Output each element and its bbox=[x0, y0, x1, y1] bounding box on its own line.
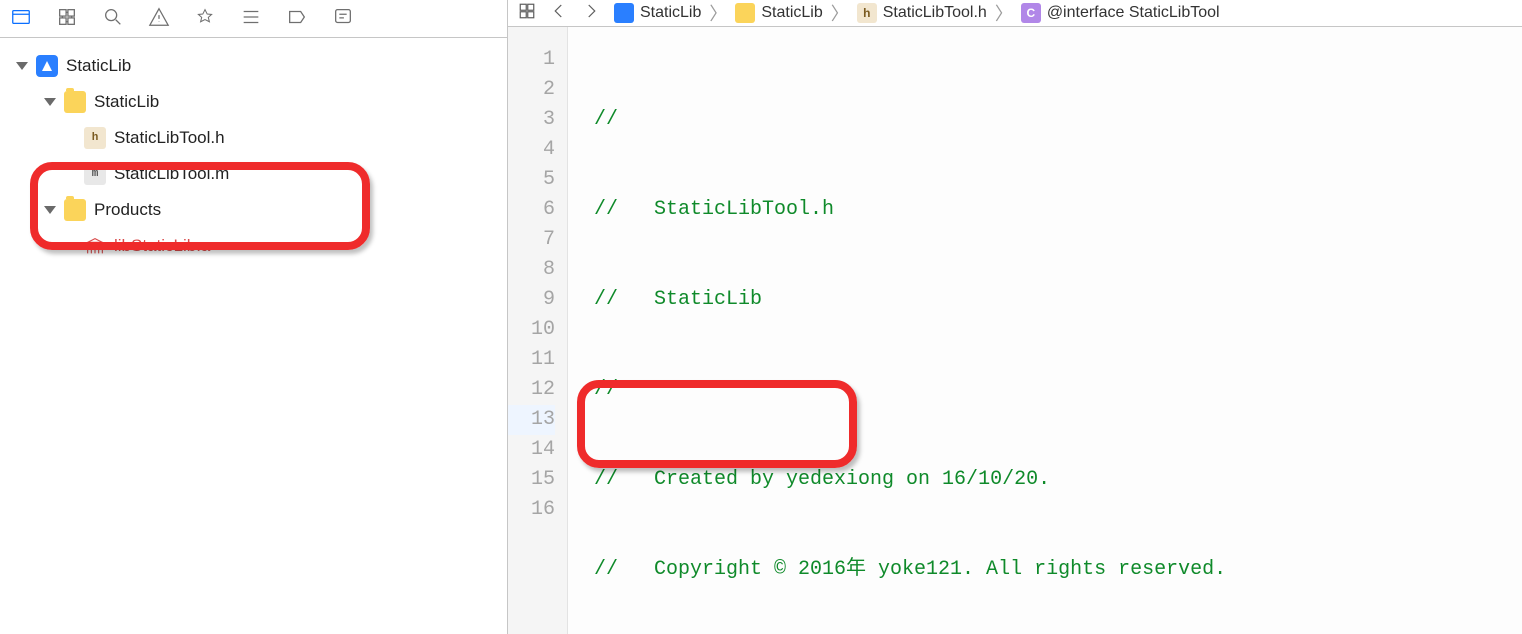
disclosure-triangle-icon[interactable] bbox=[44, 98, 56, 106]
project-icon bbox=[614, 3, 634, 23]
line-number: 2 bbox=[508, 75, 555, 105]
line-number: 13 bbox=[508, 405, 555, 435]
code-token: // Created by yedexiong on 16/10/20. bbox=[594, 468, 1050, 491]
tree-file-label: StaticLibTool.h bbox=[114, 128, 225, 148]
disclosure-triangle-icon[interactable] bbox=[44, 206, 56, 214]
line-number: 10 bbox=[508, 315, 555, 345]
chevron-right-icon: 〉 bbox=[709, 0, 727, 26]
code-token: // Copyright © 2016年 yoke121. All rights… bbox=[594, 558, 1226, 581]
nav-forward-icon[interactable] bbox=[582, 2, 600, 25]
line-number: 12 bbox=[508, 375, 555, 405]
project-tree[interactable]: StaticLib StaticLib h StaticLibTool.h m … bbox=[0, 38, 507, 634]
tree-file-h-row[interactable]: h StaticLibTool.h bbox=[0, 120, 507, 156]
navigator-toolbar bbox=[0, 0, 507, 38]
nav-back-icon[interactable] bbox=[550, 2, 568, 25]
chevron-right-icon: 〉 bbox=[831, 0, 849, 26]
line-gutter: 1 2 3 4 5 6 7 8 9 10 11 12 13 14 15 16 bbox=[508, 27, 568, 634]
m-file-icon: m bbox=[84, 163, 106, 185]
disclosure-triangle-icon[interactable] bbox=[16, 62, 28, 70]
xcode-window: StaticLib StaticLib h StaticLibTool.h m … bbox=[0, 0, 1522, 634]
line-number: 7 bbox=[508, 225, 555, 255]
tree-project-row[interactable]: StaticLib bbox=[0, 48, 507, 84]
chevron-right-icon: 〉 bbox=[995, 0, 1013, 26]
tree-group-label: StaticLib bbox=[94, 92, 159, 112]
project-icon bbox=[36, 55, 58, 77]
tree-file-m-row[interactable]: m StaticLibTool.m bbox=[0, 156, 507, 192]
tree-products-row[interactable]: Products bbox=[0, 192, 507, 228]
class-icon: C bbox=[1021, 3, 1041, 23]
editor-toolbar: StaticLib 〉 StaticLib 〉 h StaticLibTool.h… bbox=[508, 0, 1522, 27]
tree-lib-row[interactable]: libStaticLib.a bbox=[0, 228, 507, 264]
line-number: 8 bbox=[508, 255, 555, 285]
navigator-pane: StaticLib StaticLib h StaticLibTool.h m … bbox=[0, 0, 508, 634]
line-number: 11 bbox=[508, 345, 555, 375]
tree-project-label: StaticLib bbox=[66, 56, 131, 76]
line-number: 16 bbox=[508, 495, 555, 525]
crumb-label: StaticLib bbox=[761, 4, 822, 22]
related-items-icon[interactable] bbox=[518, 2, 536, 25]
line-number: 9 bbox=[508, 285, 555, 315]
h-file-icon: h bbox=[84, 127, 106, 149]
debug-navigator-tab-icon[interactable] bbox=[240, 6, 262, 32]
issue-navigator-tab-icon[interactable] bbox=[148, 6, 170, 32]
tree-group-row[interactable]: StaticLib bbox=[0, 84, 507, 120]
code-token: // bbox=[594, 198, 654, 221]
tree-file-label: StaticLibTool.m bbox=[114, 164, 229, 184]
code-token: StaticLibTool.h bbox=[654, 198, 834, 221]
editor-pane: StaticLib 〉 StaticLib 〉 h StaticLibTool.h… bbox=[508, 0, 1522, 634]
crumb-label: @interface StaticLibTool bbox=[1047, 4, 1220, 22]
code-token: // bbox=[594, 288, 654, 311]
tree-lib-label: libStaticLib.a bbox=[114, 236, 210, 256]
folder-icon bbox=[735, 3, 755, 23]
code-token: StaticLib bbox=[654, 288, 762, 311]
line-number: 6 bbox=[508, 195, 555, 225]
find-navigator-tab-icon[interactable] bbox=[102, 6, 124, 32]
folder-icon bbox=[64, 199, 86, 221]
crumb-symbol[interactable]: C @interface StaticLibTool bbox=[1021, 3, 1220, 23]
crumb-file[interactable]: h StaticLibTool.h bbox=[857, 3, 987, 23]
line-number: 14 bbox=[508, 435, 555, 465]
source-code[interactable]: // // StaticLibTool.h // StaticLib // //… bbox=[568, 27, 1522, 634]
folder-icon bbox=[64, 91, 86, 113]
line-number: 1 bbox=[508, 45, 555, 75]
code-token: // bbox=[594, 378, 618, 401]
h-file-icon: h bbox=[857, 3, 877, 23]
test-navigator-tab-icon[interactable] bbox=[194, 6, 216, 32]
source-editor[interactable]: 1 2 3 4 5 6 7 8 9 10 11 12 13 14 15 16 /… bbox=[508, 27, 1522, 634]
project-navigator-tab-icon[interactable] bbox=[10, 6, 32, 32]
jump-bar[interactable]: StaticLib 〉 StaticLib 〉 h StaticLibTool.h… bbox=[614, 0, 1512, 26]
library-icon bbox=[84, 235, 106, 257]
line-number: 5 bbox=[508, 165, 555, 195]
line-number: 4 bbox=[508, 135, 555, 165]
code-token: // bbox=[594, 108, 618, 131]
crumb-project[interactable]: StaticLib bbox=[614, 3, 701, 23]
crumb-group[interactable]: StaticLib bbox=[735, 3, 822, 23]
report-navigator-tab-icon[interactable] bbox=[332, 6, 354, 32]
crumb-label: StaticLibTool.h bbox=[883, 4, 987, 22]
breakpoint-navigator-tab-icon[interactable] bbox=[286, 6, 308, 32]
nav-buttons bbox=[550, 2, 600, 25]
line-number: 15 bbox=[508, 465, 555, 495]
symbol-navigator-tab-icon[interactable] bbox=[56, 6, 78, 32]
tree-products-label: Products bbox=[94, 200, 161, 220]
line-number: 3 bbox=[508, 105, 555, 135]
crumb-label: StaticLib bbox=[640, 4, 701, 22]
